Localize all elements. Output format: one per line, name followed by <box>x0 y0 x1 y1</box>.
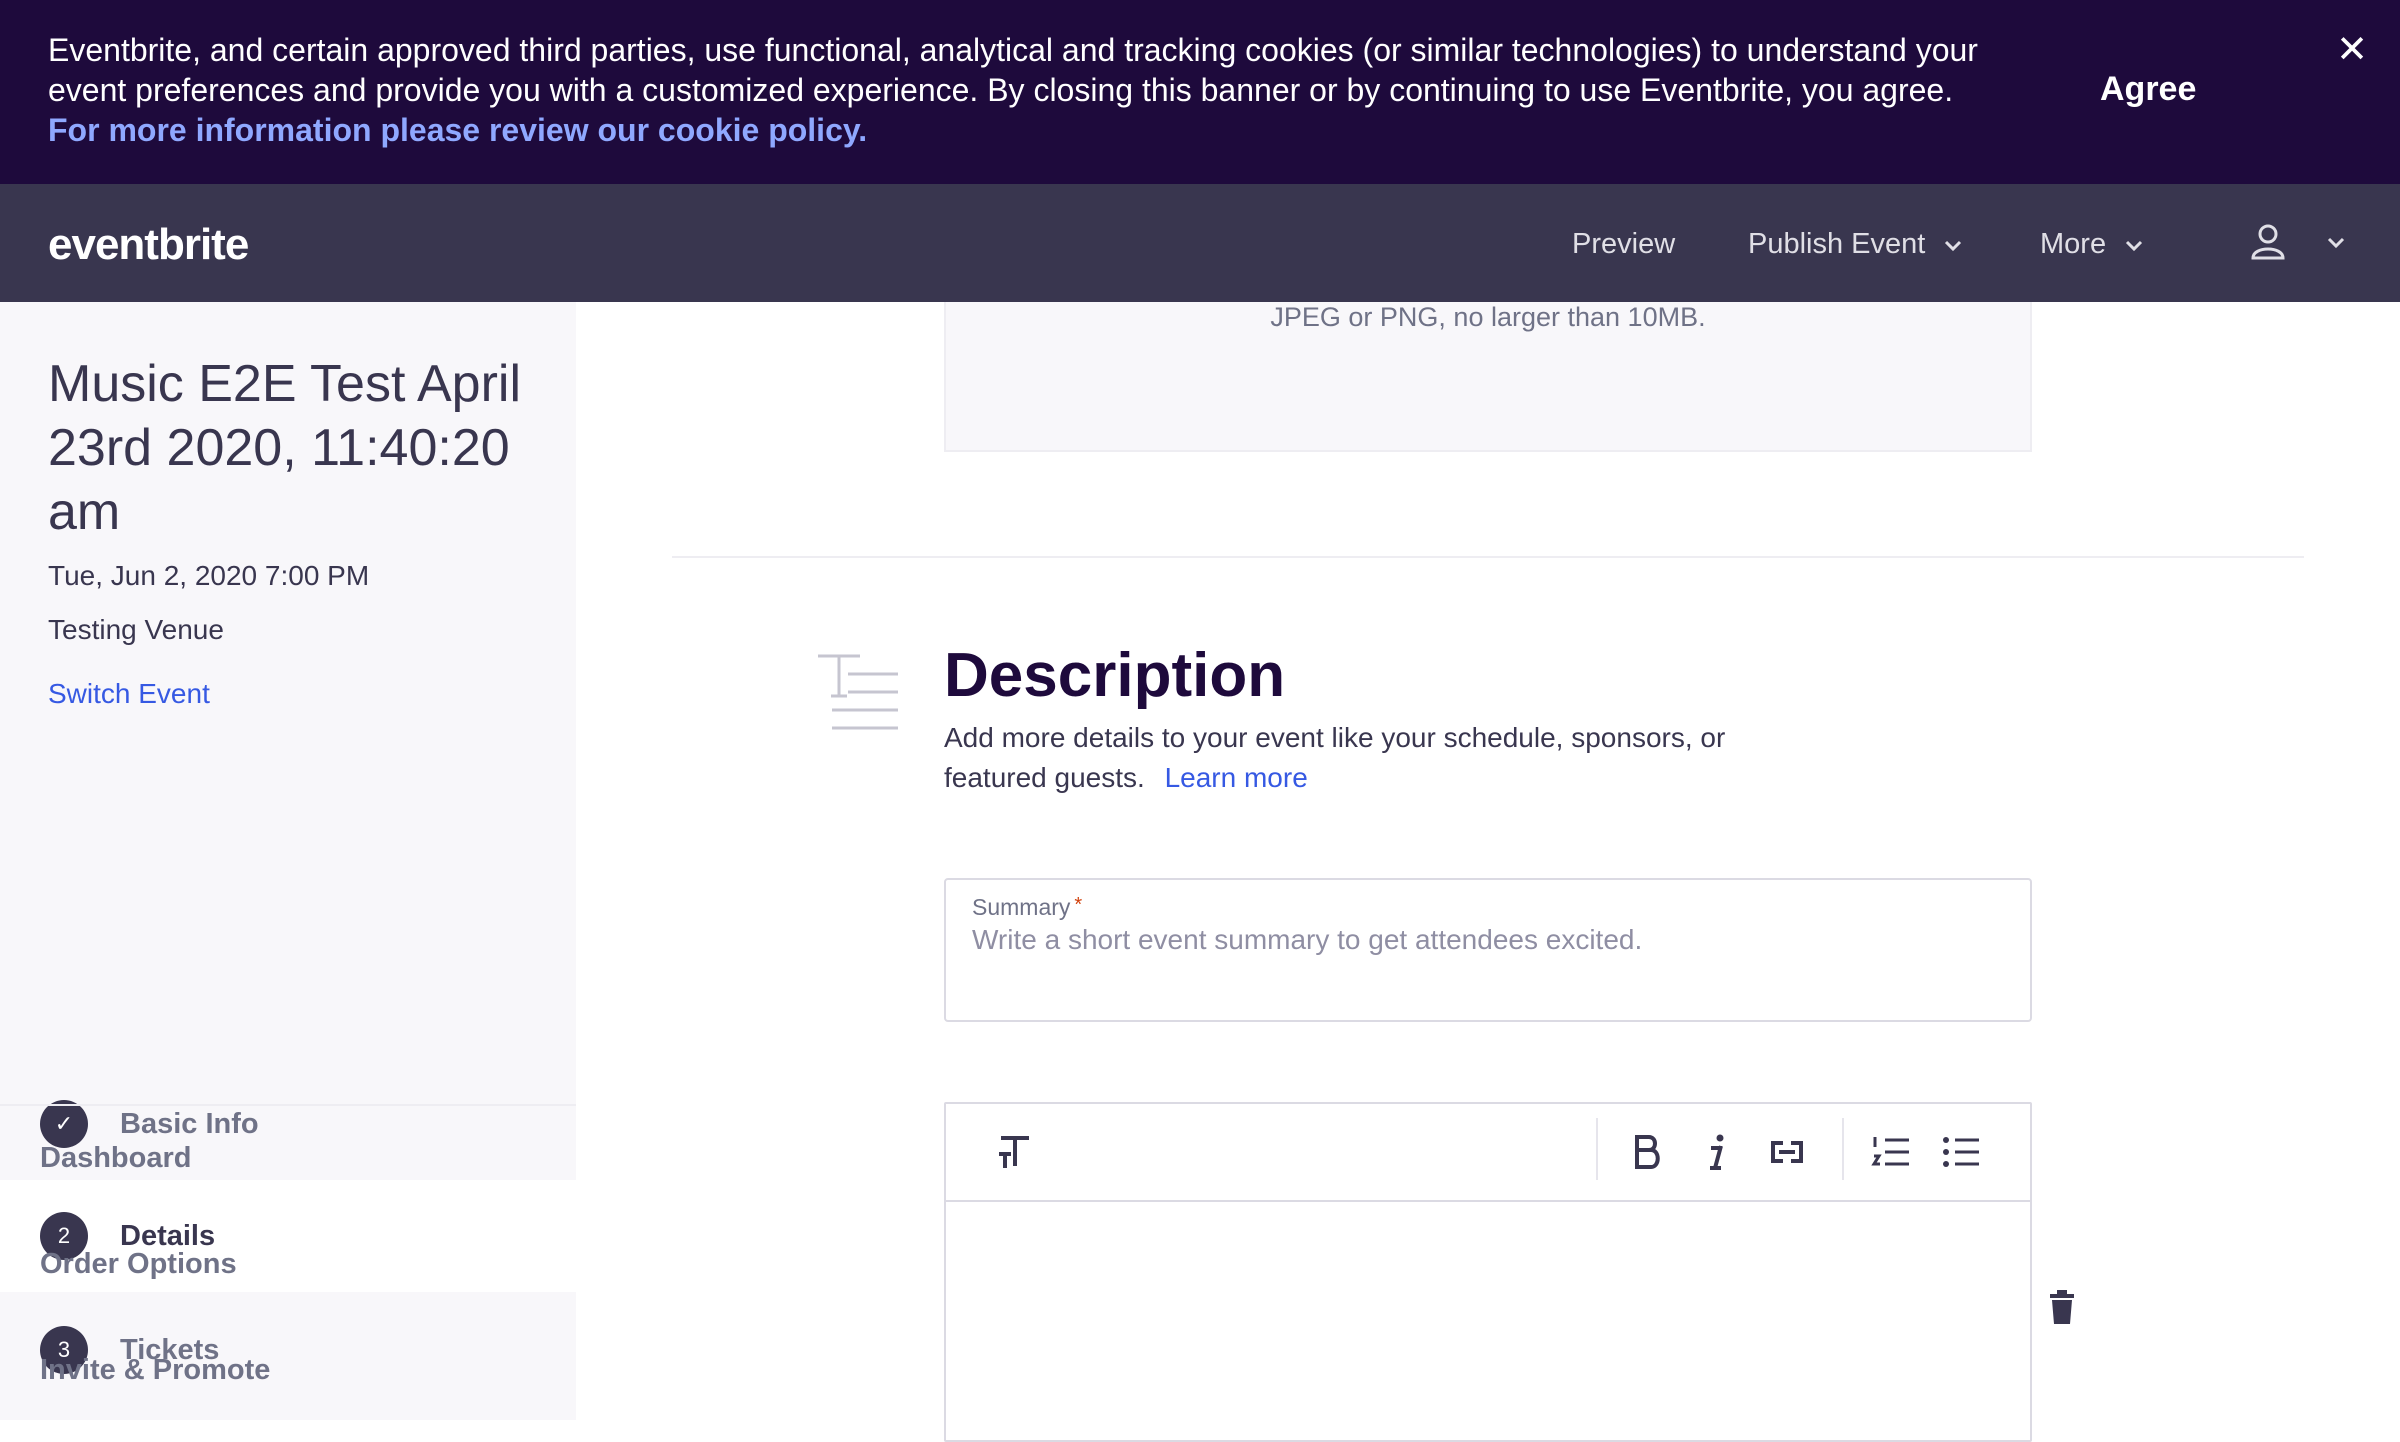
more-label: More <box>2040 228 2107 260</box>
summary-field[interactable]: Summary * <box>944 878 2032 1022</box>
eventbrite-logo[interactable]: eventbrite <box>48 220 249 270</box>
sidebar-divider <box>0 1104 576 1106</box>
sidebar-item-dashboard[interactable]: Dashboard <box>40 1142 191 1175</box>
sidebar-item-invite-promote[interactable]: Invite & Promote <box>40 1354 270 1387</box>
image-upload-area[interactable]: JPEG or PNG, no larger than 10MB. <box>944 302 2032 452</box>
toolbar-separator <box>1596 1118 1598 1180</box>
chevron-down-icon <box>2126 240 2143 251</box>
top-navigation: eventbrite Preview Publish Event More <box>0 184 2400 302</box>
step-label: Basic Info <box>120 1107 259 1140</box>
text-size-icon[interactable] <box>990 1128 1040 1176</box>
step-tickets[interactable]: 3 Tickets <box>0 1294 576 1406</box>
section-description: Add more details to your event like your… <box>944 718 1744 798</box>
agree-button[interactable]: Agree <box>2100 70 2196 109</box>
publish-event-label: Publish Event <box>1748 228 1926 260</box>
cookie-banner-text: Eventbrite, and certain approved third p… <box>48 30 1978 150</box>
switch-event-link[interactable]: Switch Event <box>48 678 210 710</box>
event-date: Tue, Jun 2, 2020 7:00 PM <box>48 560 370 591</box>
user-icon <box>2251 224 2285 260</box>
bulleted-list-icon[interactable] <box>1936 1128 1986 1176</box>
cookie-policy-link[interactable]: For more information please review our c… <box>48 112 867 148</box>
bold-icon[interactable] <box>1622 1128 1672 1176</box>
more-dropdown[interactable]: More <box>2040 228 2144 261</box>
cookie-banner: Eventbrite, and certain approved third p… <box>0 0 2400 184</box>
rich-text-editor[interactable] <box>944 1102 2032 1442</box>
user-menu[interactable] <box>2250 222 2346 262</box>
step-check-icon: ✓ <box>40 1100 88 1148</box>
section-title: Description <box>944 641 1286 710</box>
trash-icon[interactable] <box>2048 1290 2076 1324</box>
editor-toolbar <box>946 1104 2030 1202</box>
close-icon[interactable]: ✕ <box>2334 31 2370 69</box>
event-venue: Testing Venue <box>48 614 224 645</box>
text-section-icon <box>818 654 898 730</box>
cookie-message: Eventbrite, and certain approved third p… <box>48 32 1978 108</box>
publish-event-dropdown[interactable]: Publish Event <box>1748 228 1963 261</box>
numbered-list-icon[interactable] <box>1866 1128 1916 1176</box>
summary-input[interactable] <box>972 924 1992 956</box>
summary-label: Summary * <box>972 894 1082 921</box>
italic-icon[interactable] <box>1692 1128 1742 1176</box>
event-title: Music E2E Test April 23rd 2020, 11:40:20… <box>48 355 522 541</box>
link-icon[interactable] <box>1762 1128 1812 1176</box>
sidebar-item-order-options[interactable]: Order Options <box>40 1248 237 1281</box>
learn-more-link[interactable]: Learn more <box>1165 762 1308 793</box>
description-help-text: Add more details to your event like your… <box>944 722 1726 793</box>
chevron-down-icon <box>2327 237 2345 249</box>
toolbar-separator <box>1842 1118 1844 1180</box>
required-asterisk: * <box>1074 894 1083 916</box>
upload-hint: JPEG or PNG, no larger than 10MB. <box>1270 302 1706 332</box>
chevron-down-icon <box>1945 240 1962 251</box>
preview-button[interactable]: Preview <box>1572 228 1675 261</box>
summary-label-text: Summary <box>972 894 1071 920</box>
section-divider <box>672 556 2304 558</box>
preview-label: Preview <box>1572 228 1676 260</box>
